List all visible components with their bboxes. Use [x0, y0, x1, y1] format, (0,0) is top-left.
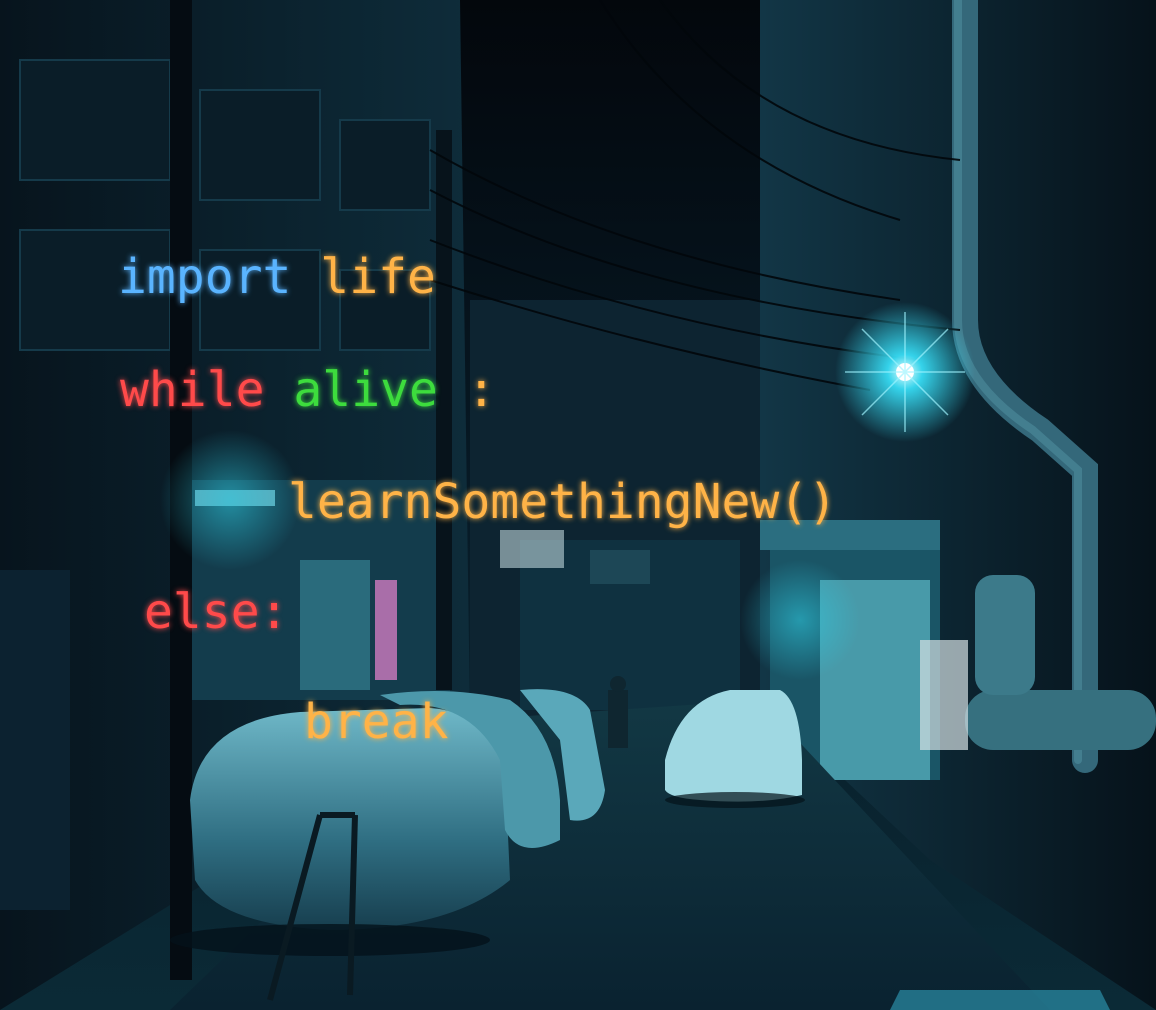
code-line-import: import life [118, 253, 436, 301]
code-line-while: while alive : [120, 366, 496, 414]
function-call: learnSomethingNew() [288, 474, 838, 530]
keyword-else: else: [144, 584, 289, 640]
keyword-while: while [120, 362, 265, 418]
condition-alive: alive [293, 362, 438, 418]
code-line-else: else: [144, 588, 289, 636]
module-name: life [320, 249, 436, 305]
colon-symbol: : [466, 362, 496, 418]
code-line-break: break [304, 698, 449, 746]
scene: import life while alive : learnSomething… [0, 0, 1156, 1010]
keyword-break: break [304, 694, 449, 750]
code-line-call: learnSomethingNew() [288, 478, 837, 526]
keyword-import: import [118, 249, 292, 305]
